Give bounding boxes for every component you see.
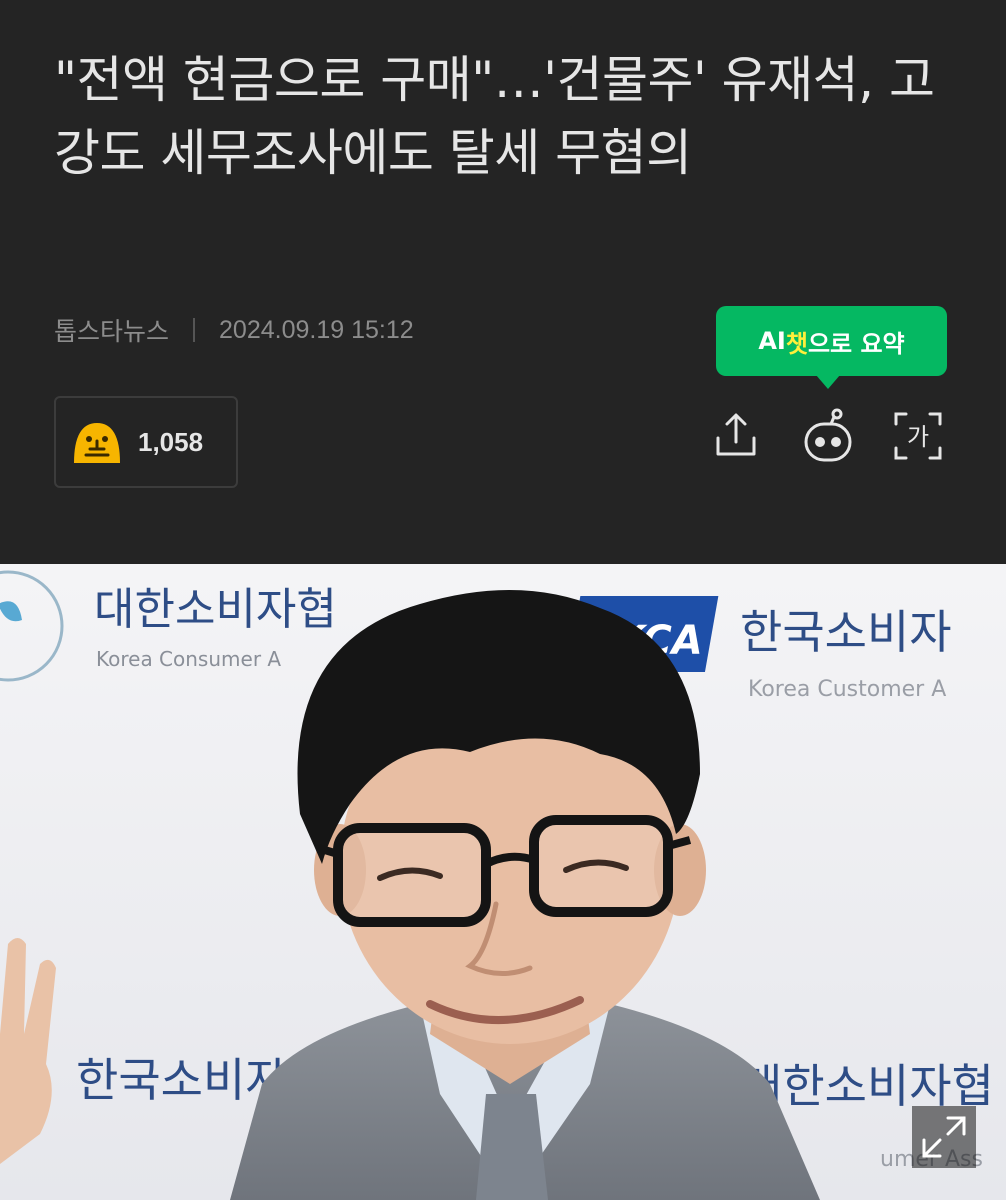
ai-summary-highlight: 챗 (785, 329, 808, 358)
article-photo: 대한소비자협 Korea Consumer A KCA 한국소비자 Korea … (0, 564, 1006, 1200)
article-headline: "전액 현금으로 구매"…'건물주' 유재석, 고강도 세무조사에도 탈세 무혐… (54, 51, 935, 182)
face-emoji-icon (70, 419, 124, 465)
expand-icon[interactable] (912, 1106, 976, 1168)
reaction-count: 1,058 (138, 426, 204, 457)
article-source[interactable]: 톱스타뉴스 (54, 312, 169, 348)
article-meta: 톱스타뉴스 2024.09.19 15:12 (54, 312, 414, 348)
ai-summary-button[interactable]: AI 챗 으로 요약 (716, 306, 947, 389)
backdrop-text-right: 한국소비자 (740, 605, 952, 659)
ai-summary-suffix: 으로 요약 (807, 329, 905, 358)
backdrop-text-bottom-left: 한국소비자 (76, 1053, 288, 1107)
article-datetime: 2024.09.19 15:12 (219, 315, 414, 344)
backdrop-text-left-en: Korea Consumer A (96, 647, 281, 671)
meta-divider (193, 318, 196, 342)
article-page: "전액 현금으로 구매"…'건물주' 유재석, 고강도 세무조사에도 탈세 무혐… (0, 0, 1006, 1200)
backdrop-text-right-en: Korea Customer A (748, 677, 946, 702)
ai-summary-prefix: AI (758, 327, 786, 355)
font-size-icon[interactable]: 가 (890, 408, 946, 464)
font-size-glyph: 가 (907, 423, 929, 451)
share-icon[interactable] (708, 408, 764, 464)
ai-summary-tooltip-tail (816, 375, 840, 389)
reaction-button[interactable]: 1,058 (54, 396, 238, 488)
ai-bot-icon[interactable] (800, 406, 856, 462)
backdrop-text-left: 대한소비자협 (94, 584, 337, 635)
